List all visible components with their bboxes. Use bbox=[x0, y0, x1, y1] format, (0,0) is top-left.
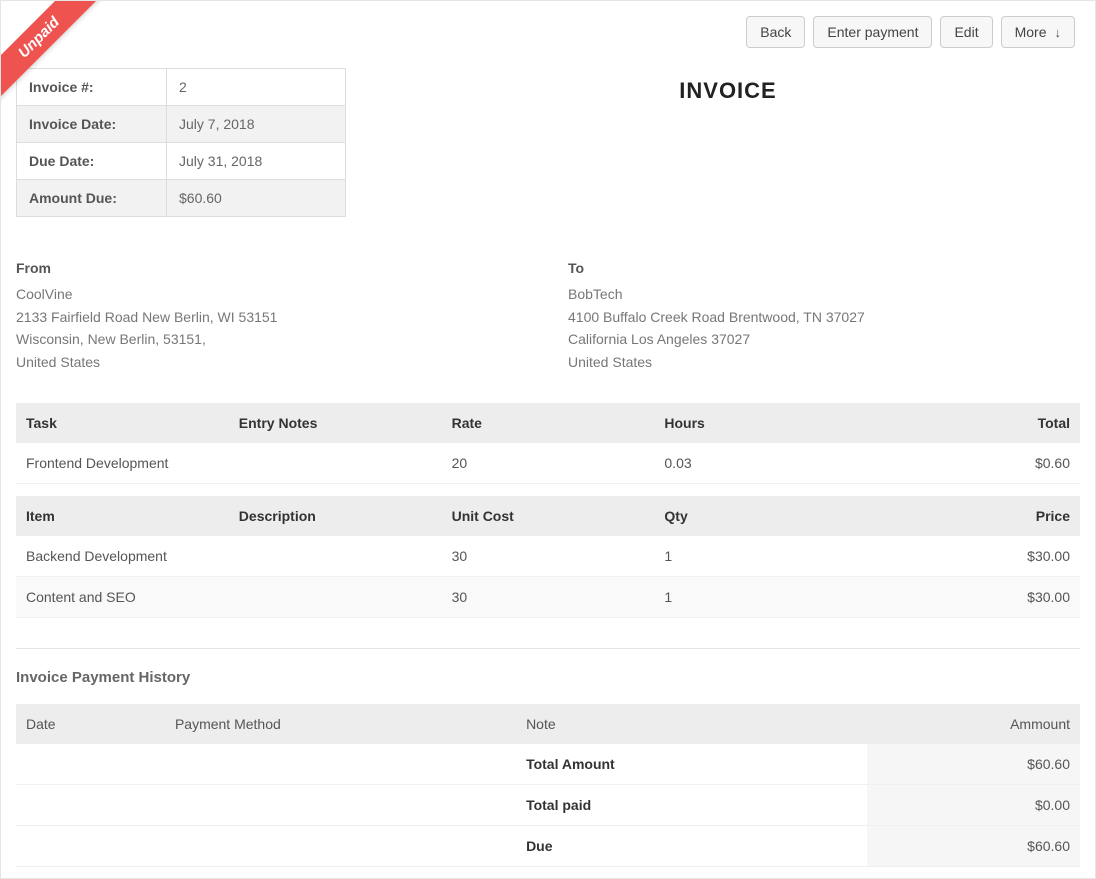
empty-cell bbox=[165, 825, 516, 866]
chevron-down-icon: ↓ bbox=[1055, 25, 1062, 40]
summary-value: $60.60 bbox=[867, 825, 1080, 866]
meta-label: Invoice Date: bbox=[17, 106, 167, 143]
summary-value: $0.00 bbox=[867, 784, 1080, 825]
items-header-unit-cost: Unit Cost bbox=[442, 496, 655, 536]
items-table: Item Description Unit Cost Qty Price Bac… bbox=[16, 496, 1080, 618]
qty-cell: 1 bbox=[654, 536, 867, 577]
invoice-meta-table: Invoice #: 2 Invoice Date: July 7, 2018 … bbox=[16, 68, 346, 217]
meta-row-invoice-no: Invoice #: 2 bbox=[17, 69, 346, 106]
addresses: From CoolVine 2133 Fairfield Road New Be… bbox=[16, 257, 1080, 373]
history-table: Date Payment Method Note Ammount Total A… bbox=[16, 704, 1080, 867]
to-name: BobTech bbox=[568, 283, 1080, 305]
history-header-method: Payment Method bbox=[165, 704, 516, 744]
to-address: To BobTech 4100 Buffalo Creek Road Brent… bbox=[568, 257, 1080, 373]
meta-row-due-date: Due Date: July 31, 2018 bbox=[17, 143, 346, 180]
desc-cell bbox=[229, 536, 442, 577]
summary-label: Total paid bbox=[516, 784, 867, 825]
meta-label: Amount Due: bbox=[17, 180, 167, 217]
back-button[interactable]: Back bbox=[746, 16, 805, 48]
history-header-date: Date bbox=[16, 704, 165, 744]
summary-row-total-paid: Total paid $0.00 bbox=[16, 784, 1080, 825]
meta-label: Invoice #: bbox=[17, 69, 167, 106]
to-line1: 4100 Buffalo Creek Road Brentwood, TN 37… bbox=[568, 306, 1080, 328]
item-cell: Content and SEO bbox=[16, 576, 229, 617]
summary-row-due: Due $60.60 bbox=[16, 825, 1080, 866]
meta-label: Due Date: bbox=[17, 143, 167, 180]
history-header-amount: Ammount bbox=[867, 704, 1080, 744]
price-cell: $30.00 bbox=[867, 576, 1080, 617]
items-header-qty: Qty bbox=[654, 496, 867, 536]
table-row: Content and SEO 30 1 $30.00 bbox=[16, 576, 1080, 617]
to-heading: To bbox=[568, 257, 1080, 279]
empty-cell bbox=[16, 784, 165, 825]
table-row: Backend Development 30 1 $30.00 bbox=[16, 536, 1080, 577]
unit-cost-cell: 30 bbox=[442, 536, 655, 577]
items-header-item: Item bbox=[16, 496, 229, 536]
desc-cell bbox=[229, 576, 442, 617]
toolbar: Back Enter payment Edit More ↓ bbox=[16, 16, 1080, 48]
edit-button[interactable]: Edit bbox=[940, 16, 992, 48]
item-cell: Backend Development bbox=[16, 536, 229, 577]
empty-cell bbox=[165, 744, 516, 785]
divider bbox=[16, 648, 1080, 649]
rate-cell: 20 bbox=[442, 443, 655, 484]
history-title: Invoice Payment History bbox=[16, 669, 1080, 686]
from-line3: United States bbox=[16, 351, 528, 373]
history-header-note: Note bbox=[516, 704, 867, 744]
from-name: CoolVine bbox=[16, 283, 528, 305]
from-heading: From bbox=[16, 257, 528, 279]
to-line3: United States bbox=[568, 351, 1080, 373]
hours-cell: 0.03 bbox=[654, 443, 867, 484]
invoice-title: INVOICE bbox=[376, 68, 1080, 104]
enter-payment-button[interactable]: Enter payment bbox=[813, 16, 932, 48]
total-cell: $0.60 bbox=[867, 443, 1080, 484]
summary-value: $60.60 bbox=[867, 744, 1080, 785]
empty-cell bbox=[16, 825, 165, 866]
tasks-header-notes: Entry Notes bbox=[229, 403, 442, 443]
meta-value: July 31, 2018 bbox=[167, 143, 346, 180]
empty-cell bbox=[16, 744, 165, 785]
top-section: Invoice #: 2 Invoice Date: July 7, 2018 … bbox=[16, 68, 1080, 217]
invoice-container: Unpaid Back Enter payment Edit More ↓ In… bbox=[0, 0, 1096, 879]
tasks-header-task: Task bbox=[16, 403, 229, 443]
from-line2: Wisconsin, New Berlin, 53151, bbox=[16, 328, 528, 350]
tasks-header-rate: Rate bbox=[442, 403, 655, 443]
summary-label: Total Amount bbox=[516, 744, 867, 785]
meta-value: July 7, 2018 bbox=[167, 106, 346, 143]
notes-cell bbox=[229, 443, 442, 484]
tasks-header-hours: Hours bbox=[654, 403, 867, 443]
table-row: Frontend Development 20 0.03 $0.60 bbox=[16, 443, 1080, 484]
items-header-price: Price bbox=[867, 496, 1080, 536]
summary-row-total-amount: Total Amount $60.60 bbox=[16, 744, 1080, 785]
meta-value: 2 bbox=[167, 69, 346, 106]
summary-label: Due bbox=[516, 825, 867, 866]
tasks-header-total: Total bbox=[867, 403, 1080, 443]
items-header-desc: Description bbox=[229, 496, 442, 536]
meta-row-invoice-date: Invoice Date: July 7, 2018 bbox=[17, 106, 346, 143]
qty-cell: 1 bbox=[654, 576, 867, 617]
tasks-table: Task Entry Notes Rate Hours Total Fronte… bbox=[16, 403, 1080, 484]
meta-value: $60.60 bbox=[167, 180, 346, 217]
empty-cell bbox=[165, 784, 516, 825]
price-cell: $30.00 bbox=[867, 536, 1080, 577]
to-line2: California Los Angeles 37027 bbox=[568, 328, 1080, 350]
meta-row-amount-due: Amount Due: $60.60 bbox=[17, 180, 346, 217]
more-button-label: More bbox=[1015, 24, 1047, 40]
more-button[interactable]: More ↓ bbox=[1001, 16, 1075, 48]
from-line1: 2133 Fairfield Road New Berlin, WI 53151 bbox=[16, 306, 528, 328]
task-cell: Frontend Development bbox=[16, 443, 229, 484]
from-address: From CoolVine 2133 Fairfield Road New Be… bbox=[16, 257, 528, 373]
unit-cost-cell: 30 bbox=[442, 576, 655, 617]
